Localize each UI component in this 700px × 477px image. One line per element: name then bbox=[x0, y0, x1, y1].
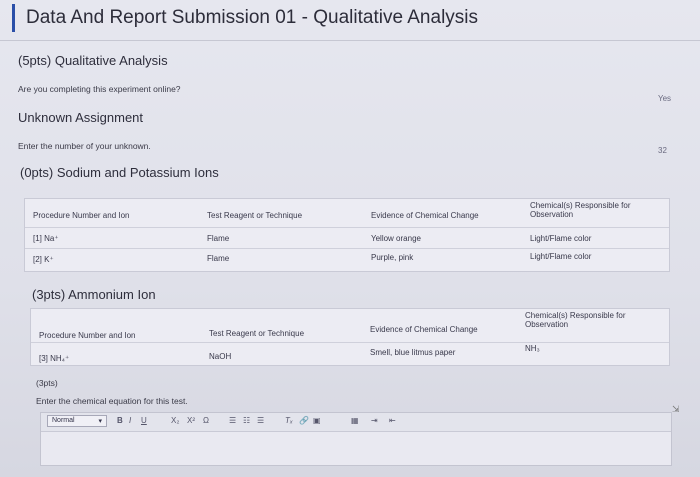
ordered-list-icon[interactable]: ☰ bbox=[229, 416, 236, 425]
sodium-potassium-heading: (0pts) Sodium and Potassium Ions bbox=[20, 165, 219, 180]
header-procedure: Procedure Number and Ion bbox=[39, 331, 136, 340]
online-answer[interactable]: Yes bbox=[658, 94, 671, 103]
title-accent bbox=[12, 4, 15, 32]
sodium-potassium-table: Procedure Number and Ion Test Reagent or… bbox=[24, 198, 670, 272]
header-chemical: Chemical(s) Responsible for Observation bbox=[525, 311, 626, 329]
equation-text-area[interactable] bbox=[41, 432, 671, 465]
header-evidence: Evidence of Chemical Change bbox=[370, 325, 478, 334]
italic-button[interactable]: I bbox=[129, 416, 131, 425]
align-icon[interactable]: ☰ bbox=[257, 416, 264, 425]
qualitative-heading: (5pts) Qualitative Analysis bbox=[18, 53, 168, 68]
clear-format-icon[interactable]: Tₓ bbox=[285, 416, 293, 425]
special-chars-button[interactable]: Ω bbox=[203, 416, 209, 425]
image-icon[interactable]: ▣ bbox=[313, 416, 321, 425]
online-question: Are you completing this experiment onlin… bbox=[18, 84, 181, 94]
paragraph-style-select[interactable]: Normal ▾ bbox=[47, 415, 107, 427]
header-procedure: Procedure Number and Ion bbox=[33, 211, 130, 220]
ammonium-table: Procedure Number and Ion Test Reagent or… bbox=[30, 308, 670, 366]
table-icon[interactable]: ▦ bbox=[351, 416, 359, 425]
equation-question: Enter the chemical equation for this tes… bbox=[36, 396, 188, 406]
link-icon[interactable]: 🔗 bbox=[299, 416, 309, 425]
chevron-down-icon: ▾ bbox=[98, 418, 102, 425]
table-header-row: Procedure Number and Ion Test Reagent or… bbox=[31, 309, 669, 343]
table-row: [1] Na⁺ Flame Yellow orange Light/Flame … bbox=[25, 228, 669, 249]
unknown-answer[interactable]: 32 bbox=[658, 146, 667, 155]
header-chemical: Chemical(s) Responsible for Observation bbox=[530, 201, 631, 219]
cell-reagent[interactable]: Flame bbox=[207, 254, 229, 263]
cell-chemical[interactable]: Light/Flame color bbox=[530, 252, 591, 261]
unknown-heading: Unknown Assignment bbox=[18, 110, 144, 125]
equation-editor[interactable]: Normal ▾ B I U X₂ X² Ω ☰ ☷ ☰ Tₓ 🔗 ▣ ▦ ⇥ … bbox=[40, 412, 672, 466]
table-row: [2] K⁺ Flame Purple, pink Light/Flame co… bbox=[25, 249, 669, 270]
cell-chemical[interactable]: Light/Flame color bbox=[530, 234, 591, 243]
cell-procedure: [3] NH₄⁺ bbox=[39, 354, 70, 363]
bullet-list-icon[interactable]: ☷ bbox=[243, 416, 250, 425]
cell-evidence[interactable]: Smell, blue litmus paper bbox=[370, 348, 455, 357]
title-bar: Data And Report Submission 01 - Qualitat… bbox=[0, 0, 700, 41]
editor-toolbar: Normal ▾ B I U X₂ X² Ω ☰ ☷ ☰ Tₓ 🔗 ▣ ▦ ⇥ … bbox=[41, 413, 671, 432]
bold-button[interactable]: B bbox=[117, 416, 123, 425]
cell-procedure: [1] Na⁺ bbox=[33, 234, 59, 243]
subscript-button[interactable]: X₂ bbox=[171, 416, 179, 425]
resize-handle-icon[interactable]: ⇲ bbox=[672, 404, 680, 415]
outdent-icon[interactable]: ⇤ bbox=[389, 416, 396, 425]
cell-evidence[interactable]: Yellow orange bbox=[371, 234, 421, 243]
header-reagent: Test Reagent or Technique bbox=[207, 211, 303, 220]
header-evidence: Evidence of Chemical Change bbox=[371, 211, 479, 220]
unknown-question: Enter the number of your unknown. bbox=[18, 141, 151, 151]
cell-reagent[interactable]: NaOH bbox=[209, 352, 231, 361]
cell-evidence[interactable]: Purple, pink bbox=[371, 253, 413, 262]
cell-reagent[interactable]: Flame bbox=[207, 234, 229, 243]
cell-procedure: [2] K⁺ bbox=[33, 255, 54, 264]
ammonium-heading: (3pts) Ammonium Ion bbox=[32, 287, 156, 302]
underline-button[interactable]: U bbox=[141, 416, 147, 425]
page: Data And Report Submission 01 - Qualitat… bbox=[0, 0, 700, 477]
header-reagent: Test Reagent or Technique bbox=[209, 329, 305, 338]
cell-chemical[interactable]: NH₃ bbox=[525, 344, 540, 353]
paragraph-style-value: Normal bbox=[52, 417, 75, 424]
page-title: Data And Report Submission 01 - Qualitat… bbox=[26, 7, 479, 28]
indent-icon[interactable]: ⇥ bbox=[371, 416, 378, 425]
superscript-button[interactable]: X² bbox=[187, 416, 195, 425]
table-row: [3] NH₄⁺ NaOH Smell, blue litmus paper N… bbox=[31, 343, 669, 364]
table-header-row: Procedure Number and Ion Test Reagent or… bbox=[25, 199, 669, 228]
equation-points: (3pts) bbox=[36, 378, 58, 388]
